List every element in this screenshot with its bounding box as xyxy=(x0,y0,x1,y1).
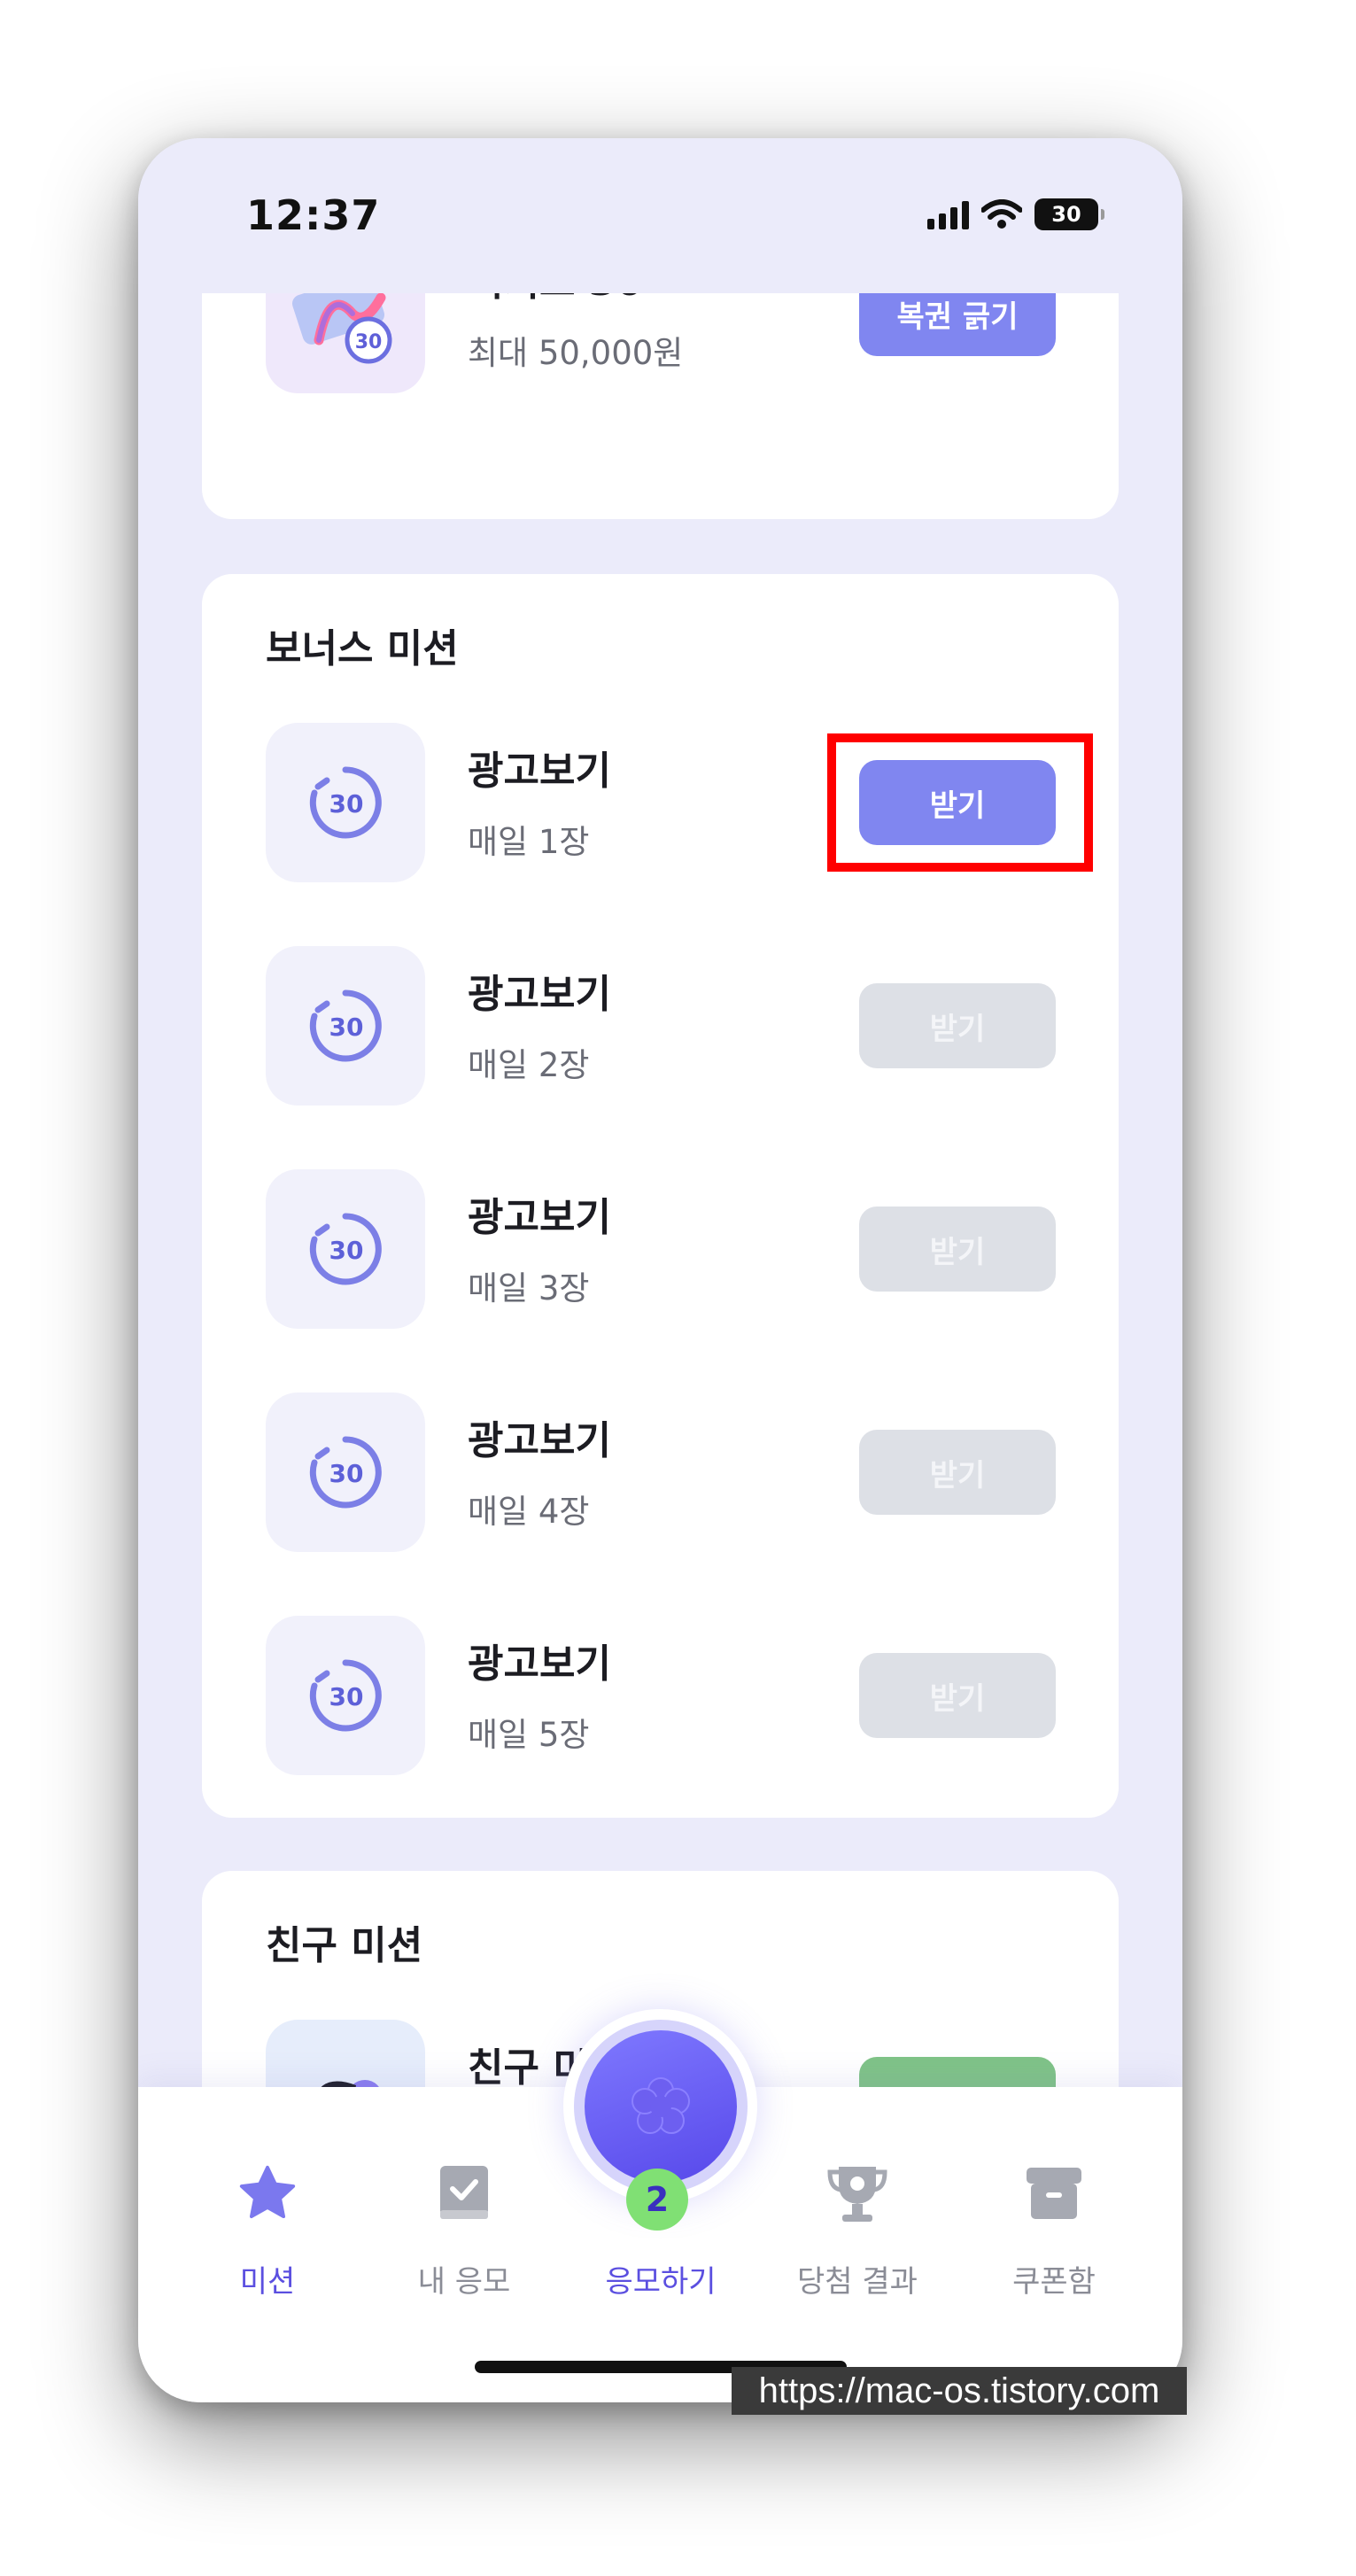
bonus-item-title: 광고보기 xyxy=(468,749,611,794)
tab-my-entries[interactable]: 내 응모 xyxy=(393,2158,535,2335)
phone-screen: 12:37 30 30 럭 xyxy=(138,138,1182,2402)
bonus-mission-item: 30 광고보기 매일 5장 받기 xyxy=(266,1616,1056,1775)
bonus-item-subtitle: 매일 2장 xyxy=(468,1046,590,1084)
svg-text:30: 30 xyxy=(329,1236,364,1265)
svg-text:30: 30 xyxy=(329,789,364,819)
tab-my-entries-label: 내 응모 xyxy=(417,2264,511,2300)
wifi-icon xyxy=(981,199,1022,229)
friend-mission-title: 친구 미션 xyxy=(266,1923,423,1968)
receive-button-4[interactable]: 받기 xyxy=(859,1430,1056,1515)
tab-coupon-box-label: 쿠폰함 xyxy=(1012,2264,1096,2300)
tab-mission-label: 미션 xyxy=(239,2264,296,2300)
bonus-mission-title: 보너스 미션 xyxy=(266,626,459,671)
tab-enter-label: 응모하기 xyxy=(605,2264,717,2300)
bonus-mission-item: 30 광고보기 매일 2장 받기 xyxy=(266,946,1056,1106)
bonus-item-title: 광고보기 xyxy=(468,1418,611,1463)
ad-30-icon: 30 xyxy=(266,1169,425,1329)
receive-button-2[interactable]: 받기 xyxy=(859,983,1056,1068)
archive-box-icon xyxy=(1019,2158,1089,2229)
cellular-signal-icon xyxy=(927,199,969,229)
ad-30-icon: 30 xyxy=(266,1616,425,1775)
status-time: 12:37 xyxy=(246,191,381,239)
tab-results-label: 당첨 결과 xyxy=(797,2264,918,2300)
battery-icon: 30 xyxy=(1034,198,1104,230)
lucky-lotto-subtitle: 최대 50,000원 xyxy=(468,334,684,372)
ticket-check-icon xyxy=(429,2158,500,2229)
highlight-box xyxy=(827,733,1093,872)
entry-count-badge: 2 xyxy=(626,2169,688,2231)
bonus-item-subtitle: 매일 1장 xyxy=(468,823,590,861)
center-ring xyxy=(573,2019,748,2193)
tab-mission[interactable]: 미션 xyxy=(197,2158,338,2335)
receive-button-5[interactable]: 받기 xyxy=(859,1653,1056,1738)
bonus-item-title: 광고보기 xyxy=(468,1641,611,1687)
bonus-mission-item: 30 광고보기 매일 3장 받기 xyxy=(266,1169,1056,1329)
flower-icon xyxy=(584,2029,737,2183)
bonus-item-subtitle: 매일 4장 xyxy=(468,1493,590,1531)
tab-coupon-box[interactable]: 쿠폰함 xyxy=(983,2158,1125,2335)
svg-text:30: 30 xyxy=(329,1682,364,1711)
status-bar: 12:37 30 xyxy=(138,138,1182,293)
svg-text:30: 30 xyxy=(329,1013,364,1042)
status-icons: 30 xyxy=(927,197,1104,232)
ad-30-icon: 30 xyxy=(266,723,425,882)
ad-30-icon: 30 xyxy=(266,1393,425,1552)
receive-button-3[interactable]: 받기 xyxy=(859,1207,1056,1292)
bonus-item-title: 광고보기 xyxy=(468,972,611,1017)
tab-results[interactable]: 당첨 결과 xyxy=(786,2158,928,2335)
svg-text:30: 30 xyxy=(329,1459,364,1488)
ad-30-icon: 30 xyxy=(266,946,425,1106)
svg-text:30: 30 xyxy=(355,331,383,353)
bonus-item-subtitle: 매일 5장 xyxy=(468,1716,590,1754)
bonus-mission-item: 30 광고보기 매일 4장 받기 xyxy=(266,1393,1056,1552)
star-icon xyxy=(232,2158,303,2229)
watermark-url: https://mac-os.tistory.com xyxy=(732,2367,1187,2415)
bonus-item-subtitle: 매일 3장 xyxy=(468,1269,590,1307)
bonus-item-title: 광고보기 xyxy=(468,1195,611,1240)
trophy-icon xyxy=(822,2158,893,2229)
